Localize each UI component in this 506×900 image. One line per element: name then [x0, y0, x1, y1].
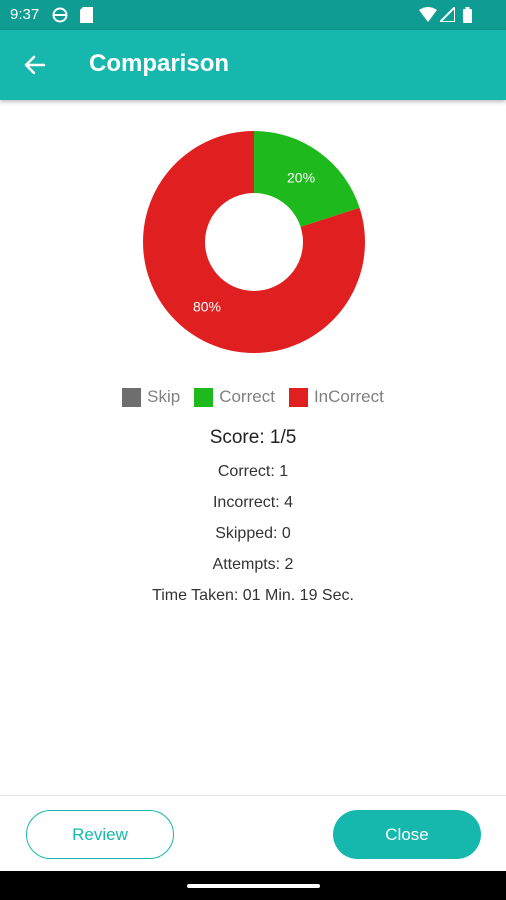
- battery-icon: [463, 7, 472, 23]
- time-taken: Time Taken: 01 Min. 19 Sec.: [152, 587, 354, 604]
- arrow-left-icon[interactable]: [22, 52, 48, 78]
- result-stats: Score: 1/5 Correct: 1 Incorrect: 4 Skipp…: [0, 424, 506, 611]
- legend-swatch-correct: [194, 387, 214, 407]
- attempts-count: Attempts: 2: [212, 556, 294, 573]
- legend-label-correct: Correct: [219, 387, 275, 406]
- page-title: Comparison: [89, 50, 230, 77]
- close-button[interactable]: Close: [333, 810, 481, 859]
- system-nav-bar: [0, 871, 506, 900]
- legend-item-correct: Correct: [194, 385, 275, 409]
- donut-chart: 20% 80%: [143, 131, 365, 353]
- legend-item-incorrect: InCorrect: [288, 385, 384, 409]
- correct-count: Correct: 1: [217, 463, 289, 480]
- status-bar: 9:37: [0, 0, 506, 30]
- legend-label-skip: Skip: [147, 387, 181, 406]
- sim-card-icon: [80, 7, 93, 23]
- home-handle[interactable]: [187, 884, 320, 888]
- legend-label-incorrect: InCorrect: [313, 387, 384, 406]
- chart-legend: Skip Correct InCorrect: [0, 385, 506, 409]
- skipped-count: Skipped: 0: [215, 525, 291, 542]
- bottom-divider: [0, 795, 506, 796]
- incorrect-count: Incorrect: 4: [212, 494, 294, 511]
- legend-swatch-skip: [122, 387, 142, 407]
- review-button[interactable]: Review: [26, 810, 174, 859]
- app-bar: Comparison: [0, 30, 506, 100]
- score-text: Score: 1/5: [209, 427, 297, 448]
- wifi-icon: [419, 7, 437, 22]
- status-time: 9:37: [10, 6, 40, 23]
- legend-swatch-incorrect: [288, 387, 308, 407]
- vpn-icon: [52, 7, 68, 23]
- slice-label-incorrect: 80%: [193, 299, 221, 315]
- legend-item-skip: Skip: [122, 385, 180, 409]
- slice-label-correct: 20%: [287, 169, 315, 185]
- signal-icon: [440, 7, 455, 22]
